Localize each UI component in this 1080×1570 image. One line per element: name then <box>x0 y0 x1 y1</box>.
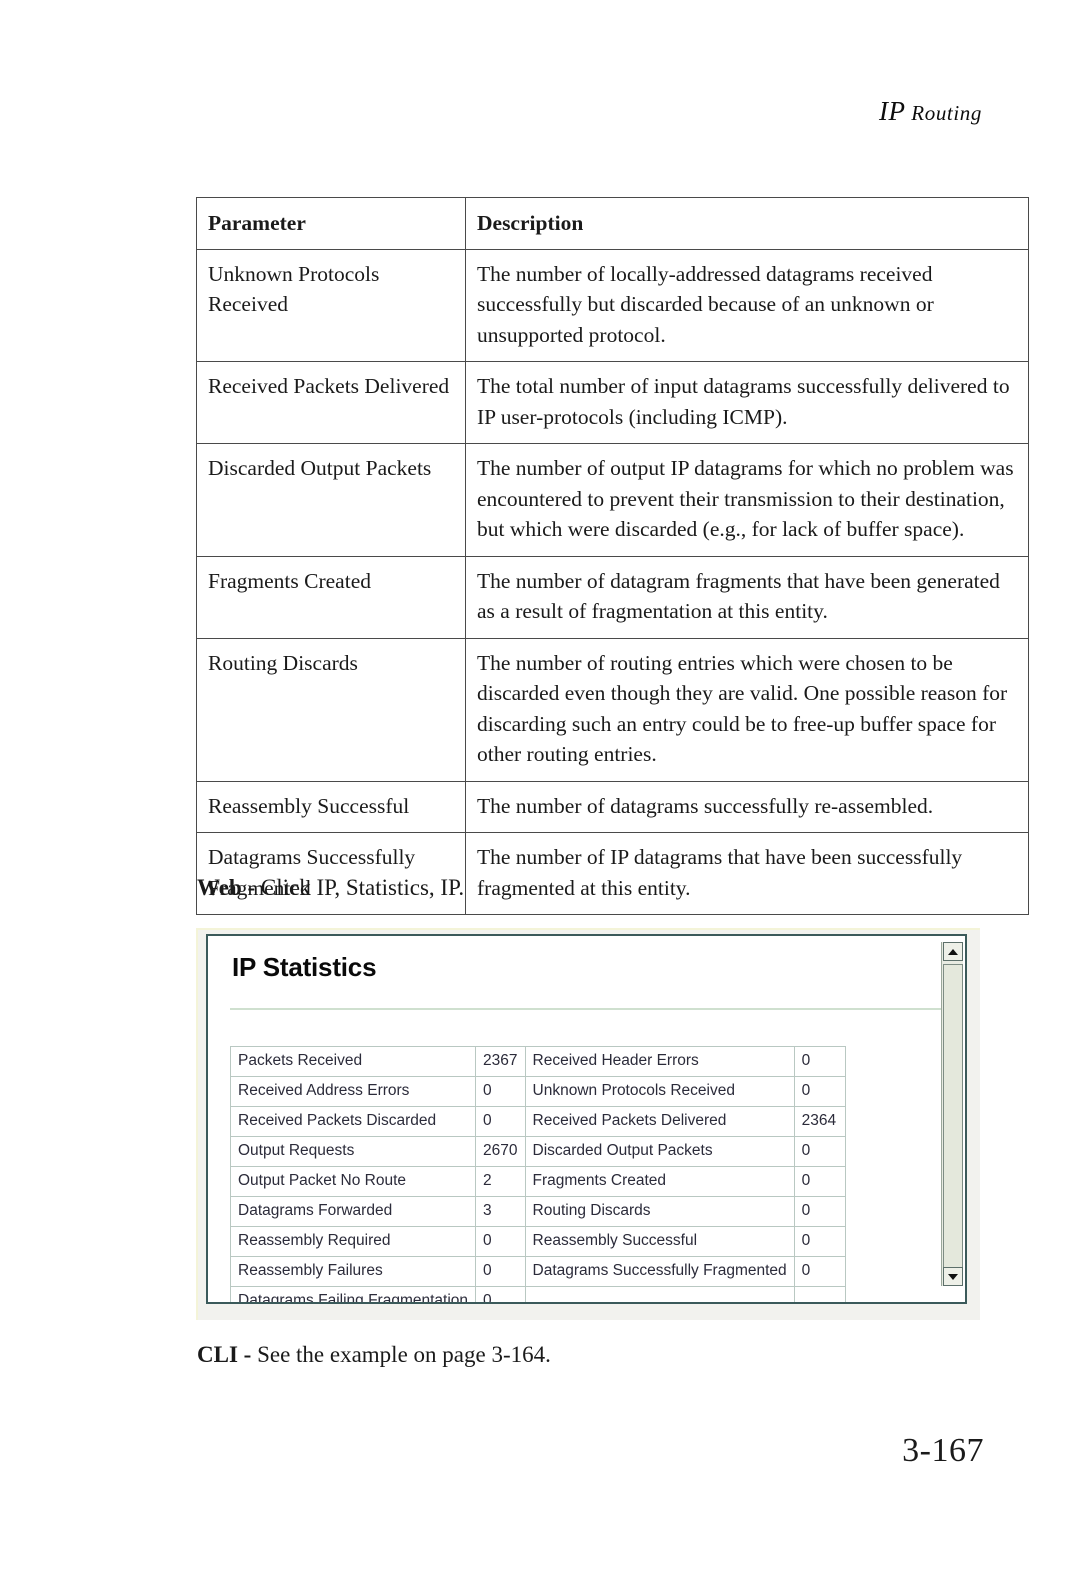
stat-value: 0 <box>793 1136 846 1167</box>
ip-statistics-screenshot: IP Statistics Packets Received 2367 Rece… <box>196 928 980 1320</box>
stat-label: Datagrams Successfully Fragmented <box>524 1256 795 1287</box>
stat-label: Routing Discards <box>524 1196 795 1227</box>
cell-parameter: Unknown Protocols Received <box>196 248 466 363</box>
stat-label: Discarded Output Packets <box>524 1136 795 1167</box>
stat-label: Packets Received <box>229 1046 477 1077</box>
cell-description: The number of routing entries which were… <box>465 637 1029 782</box>
stat-label: Output Packet No Route <box>229 1166 477 1197</box>
stat-value: 0 <box>475 1106 526 1137</box>
vertical-scrollbar[interactable] <box>941 942 963 1286</box>
cli-instruction: CLI - See the example on page 3-164. <box>197 1342 551 1368</box>
stat-label-empty <box>524 1286 795 1302</box>
stat-label: Reassembly Successful <box>524 1226 795 1257</box>
table-row: Routing Discards The number of routing e… <box>196 637 1029 782</box>
column-header-description: Description <box>465 197 1029 250</box>
parameter-table-body: Unknown Protocols Received The number of… <box>196 248 1029 916</box>
triangle-up-icon <box>948 948 958 955</box>
stat-label: Datagrams Failing Fragmentation <box>229 1286 477 1302</box>
scroll-up-arrow-icon[interactable] <box>943 942 963 961</box>
stat-label: Reassembly Required <box>229 1226 477 1257</box>
stat-label: Output Requests <box>229 1136 477 1167</box>
cell-description: The number of locally-addressed datagram… <box>465 248 1029 363</box>
table-row: Received Packets Delivered The total num… <box>196 361 1029 445</box>
cli-instruction-label: CLI - <box>197 1342 252 1367</box>
stat-value: 0 <box>793 1226 846 1257</box>
triangle-down-icon <box>948 1273 958 1280</box>
running-head-lead: IP <box>878 96 906 126</box>
page-number: 3-167 <box>902 1432 984 1469</box>
cell-parameter: Datagrams Successfully Fragmented <box>196 832 466 916</box>
stat-value: 0 <box>793 1256 846 1287</box>
cell-parameter: Fragments Created <box>196 555 466 639</box>
table-row: Received Packets Discarded 0 Received Pa… <box>229 1106 846 1137</box>
table-header-row: Parameter Description <box>196 197 1029 250</box>
cell-description: The number of datagram fragments that ha… <box>465 555 1029 639</box>
stat-label: Datagrams Forwarded <box>229 1196 477 1227</box>
stat-value: 0 <box>475 1256 526 1287</box>
stat-value: 0 <box>793 1046 846 1077</box>
cell-parameter: Discarded Output Packets <box>196 443 466 557</box>
stat-label: Received Header Errors <box>524 1046 795 1077</box>
table-row: Unknown Protocols Received The number of… <box>196 248 1029 363</box>
cli-instruction-text: See the example on page 3-164. <box>251 1342 551 1367</box>
stat-value: 0 <box>475 1226 526 1257</box>
ip-statistics-table-body: Packets Received 2367 Received Header Er… <box>229 1046 846 1302</box>
table-row: Reassembly Successful The number of data… <box>196 780 1029 834</box>
cell-description: The number of output IP datagrams for wh… <box>465 443 1029 557</box>
table-row: Datagrams Forwarded 3 Routing Discards 0 <box>229 1196 846 1227</box>
table-row: Packets Received 2367 Received Header Er… <box>229 1046 846 1077</box>
stat-value: 2367 <box>475 1046 526 1077</box>
table-row: Reassembly Required 0 Reassembly Success… <box>229 1226 846 1257</box>
cell-description: The number of datagrams successfully re-… <box>465 780 1029 834</box>
table-row: Output Requests 2670 Discarded Output Pa… <box>229 1136 846 1167</box>
table-row: Reassembly Failures 0 Datagrams Successf… <box>229 1256 846 1287</box>
title-divider <box>230 1008 945 1010</box>
cell-description: The total number of input datagrams succ… <box>465 361 1029 445</box>
cell-description: The number of IP datagrams that have bee… <box>465 832 1029 916</box>
cell-parameter: Reassembly Successful <box>196 780 466 834</box>
stat-value: 0 <box>793 1196 846 1227</box>
stat-value: 2670 <box>475 1136 526 1167</box>
table-row: Fragments Created The number of datagram… <box>196 555 1029 639</box>
ip-statistics-table: Packets Received 2367 Received Header Er… <box>229 1046 846 1302</box>
stat-label: Received Packets Discarded <box>229 1106 477 1137</box>
stat-value: 0 <box>793 1166 846 1197</box>
parameter-description-table: Parameter Description Unknown Protocols … <box>196 197 1029 916</box>
running-head: IP Routing <box>879 96 982 127</box>
web-instruction: Web - Click IP, Statistics, IP. <box>197 875 464 901</box>
stat-value: 3 <box>475 1196 526 1227</box>
stat-value: 0 <box>793 1076 846 1107</box>
table-row: Discarded Output Packets The number of o… <box>196 443 1029 557</box>
stat-value: 0 <box>475 1076 526 1107</box>
scroll-down-arrow-icon[interactable] <box>943 1267 963 1286</box>
stat-label: Reassembly Failures <box>229 1256 477 1287</box>
stat-label: Unknown Protocols Received <box>524 1076 795 1107</box>
web-instruction-label: Web - <box>197 875 256 900</box>
table-row: Datagrams Successfully Fragmented The nu… <box>196 832 1029 916</box>
screenshot-content-area: IP Statistics Packets Received 2367 Rece… <box>206 934 967 1304</box>
page-title: IP Statistics <box>232 952 377 982</box>
cell-parameter: Received Packets Delivered <box>196 361 466 445</box>
stat-value: 2 <box>475 1166 526 1197</box>
cell-parameter: Routing Discards <box>196 637 466 782</box>
table-row: Datagrams Failing Fragmentation 0 <box>229 1286 846 1302</box>
stat-label: Received Packets Delivered <box>524 1106 795 1137</box>
table-row: Received Address Errors 0 Unknown Protoc… <box>229 1076 846 1107</box>
running-head-rest: Routing <box>911 101 982 125</box>
stat-value: 0 <box>475 1286 526 1302</box>
stat-label: Fragments Created <box>524 1166 795 1197</box>
stat-label: Received Address Errors <box>229 1076 477 1107</box>
stat-value-empty <box>793 1286 846 1302</box>
scrollbar-thumb[interactable] <box>943 964 963 1268</box>
column-header-parameter: Parameter <box>196 197 466 250</box>
stat-value: 2364 <box>793 1106 846 1137</box>
table-row: Output Packet No Route 2 Fragments Creat… <box>229 1166 846 1197</box>
web-instruction-text: Click IP, Statistics, IP. <box>255 875 465 900</box>
